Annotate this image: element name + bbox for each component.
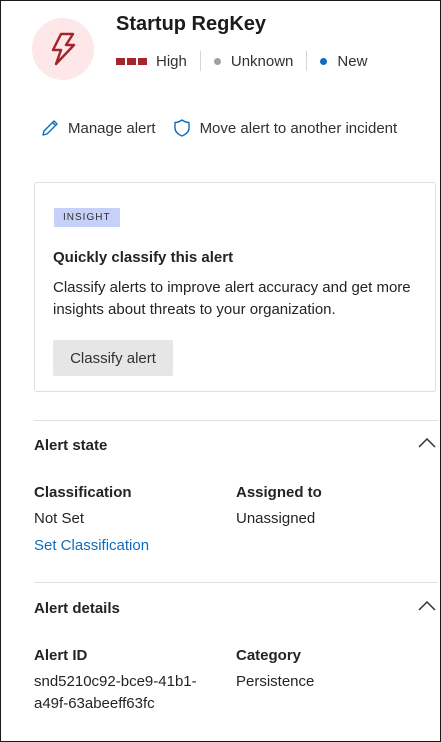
move-alert-button[interactable]: Move alert to another incident <box>172 118 398 138</box>
meta-divider <box>199 51 201 71</box>
alert-status-label: New <box>337 52 368 70</box>
pencil-icon <box>42 120 58 136</box>
classify-alert-button[interactable]: Classify alert <box>53 340 173 376</box>
move-alert-label: Move alert to another incident <box>199 119 398 137</box>
section-divider <box>34 582 438 583</box>
category-label: Category <box>236 647 302 664</box>
alert-header: Startup RegKey High Unknown New <box>1 1 440 101</box>
alert-id-value-line1: snd5210c92-bce9-41b1- <box>34 673 197 690</box>
chevron-up-icon[interactable] <box>417 436 437 450</box>
classification-value: Not Set <box>34 510 85 527</box>
status-dot-icon <box>213 57 221 65</box>
alert-panel: Startup RegKey High Unknown New Manage a… <box>0 0 441 742</box>
section-divider <box>34 420 438 421</box>
shield-icon <box>173 119 190 137</box>
set-classification-link[interactable]: Set Classification <box>34 537 149 554</box>
lightning-bolt-icon <box>32 18 94 80</box>
insight-badge: INSIGHT <box>54 208 120 227</box>
alert-title: Startup RegKey <box>116 13 267 35</box>
category-value: Persistence <box>236 673 315 690</box>
alert-actions: Manage alert Move alert to another incid… <box>40 118 397 138</box>
severity-bars-icon <box>116 57 147 65</box>
chevron-up-icon[interactable] <box>417 599 437 613</box>
alert-details-heading: Alert details <box>34 600 120 617</box>
alert-meta: High Unknown New <box>116 51 367 71</box>
detection-status-label: Unknown <box>230 52 294 70</box>
assigned-to-label: Assigned to <box>236 484 322 501</box>
manage-alert-button[interactable]: Manage alert <box>40 118 156 138</box>
classification-label: Classification <box>34 484 132 501</box>
alert-state-heading: Alert state <box>34 437 108 454</box>
alert-id-value-line2: a49f-63abeeff63fc <box>34 695 155 712</box>
manage-alert-label: Manage alert <box>68 119 156 137</box>
severity-label: High <box>156 52 187 70</box>
status-dot-icon <box>320 57 328 65</box>
assigned-to-value: Unassigned <box>236 510 316 527</box>
meta-divider <box>306 51 308 71</box>
insight-title: Quickly classify this alert <box>53 249 234 266</box>
insight-card: INSIGHT Quickly classify this alert Clas… <box>34 182 436 392</box>
alert-id-label: Alert ID <box>34 647 88 664</box>
insight-description: Classify alerts to improve alert accurac… <box>53 279 411 318</box>
